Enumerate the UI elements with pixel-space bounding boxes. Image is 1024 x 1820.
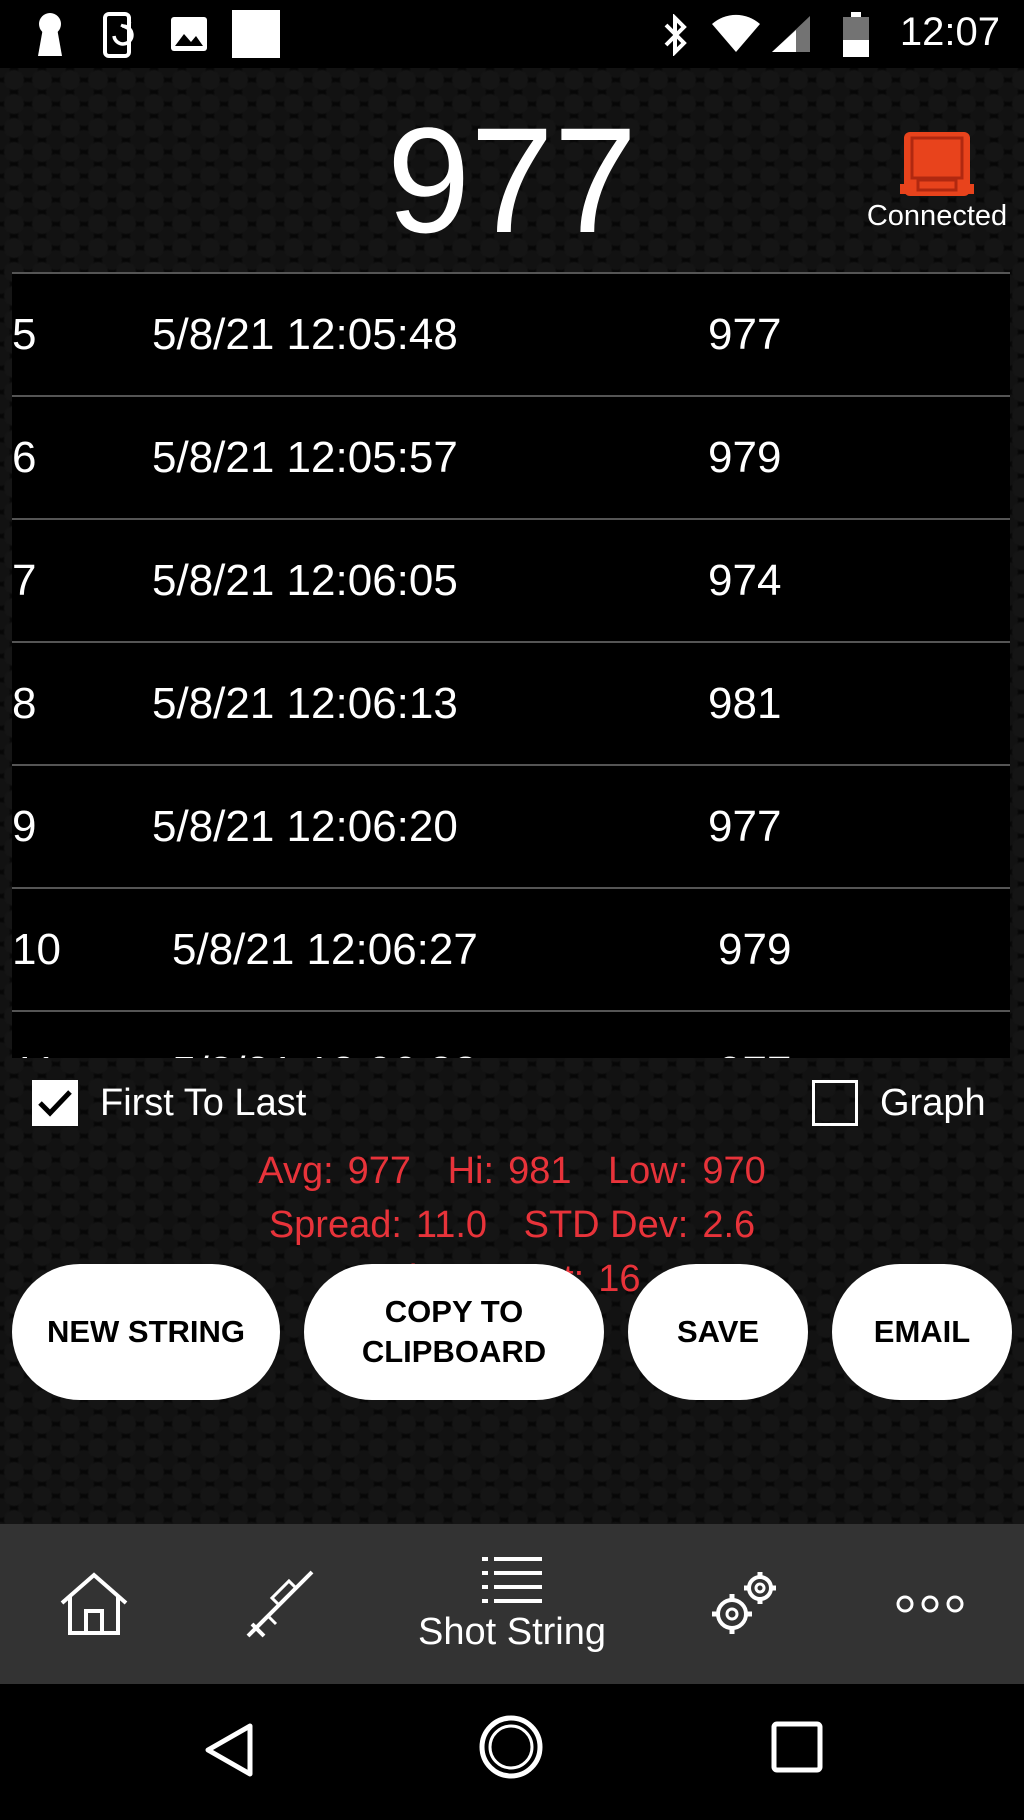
- table-row[interactable]: 6 5/8/21 12:05:57 979: [12, 395, 1010, 518]
- hi-value: 981: [508, 1150, 572, 1192]
- graph-checkbox[interactable]: [812, 1080, 858, 1126]
- stats-line-2: Spread: 11.0 STD Dev: 2.6: [0, 1204, 1024, 1247]
- image-icon: [170, 16, 208, 57]
- shot-timestamp: 5/8/21 12:05:57: [152, 433, 458, 482]
- battery-icon: [842, 12, 870, 63]
- list-icon: [482, 1556, 542, 1603]
- wifi-icon: [710, 14, 762, 59]
- nav-shot-string-label: Shot String: [418, 1610, 606, 1653]
- back-icon[interactable]: [200, 1720, 260, 1785]
- new-string-label: NEW STRING: [46, 1314, 246, 1349]
- nav-settings[interactable]: [694, 1524, 794, 1684]
- system-navigation-bar: [0, 1684, 1024, 1820]
- std-dev-label: STD Dev:: [523, 1204, 689, 1246]
- graph-label: Graph: [880, 1081, 986, 1124]
- low-label: Low:: [608, 1150, 689, 1192]
- email-label: EMAIL: [873, 1314, 971, 1349]
- shot-number: 7: [12, 556, 37, 605]
- std-dev-value: 2.6: [702, 1204, 756, 1246]
- shot-number: 8: [12, 679, 37, 728]
- shot-count-value: 16: [598, 1258, 641, 1300]
- shot-velocity: 977: [718, 1048, 791, 1058]
- table-row[interactable]: 7 5/8/21 12:06:05 974: [12, 518, 1010, 641]
- nav-rifle[interactable]: [230, 1524, 330, 1684]
- save-label: SAVE: [676, 1314, 760, 1349]
- shot-number: 5: [12, 310, 37, 359]
- keyhole-icon: [34, 12, 66, 61]
- table-row[interactable]: 8 5/8/21 12:06:13 981: [12, 641, 1010, 764]
- shot-number: 9: [12, 802, 37, 851]
- more-icon: [896, 1595, 964, 1613]
- shot-timestamp: 5/8/21 12:05:48: [152, 310, 458, 359]
- status-bar: 12:07: [0, 0, 1024, 68]
- shot-timestamp: 5/8/21 12:06:05: [152, 556, 458, 605]
- table-row[interactable]: 9 5/8/21 12:06:20 977: [12, 764, 1010, 887]
- first-to-last-option[interactable]: First To Last: [32, 1076, 306, 1130]
- copy-label-line2: CLIPBOARD: [361, 1334, 547, 1369]
- email-button[interactable]: EMAIL: [832, 1264, 1012, 1400]
- first-to-last-checkbox[interactable]: [32, 1080, 78, 1126]
- blank-square-icon: [232, 10, 280, 63]
- gears-icon: [712, 1572, 776, 1634]
- status-time: 12:07: [899, 10, 1000, 54]
- device-status-indicator[interactable]: Connected: [862, 130, 1012, 233]
- new-string-button[interactable]: NEW STRING: [12, 1264, 280, 1400]
- shot-timestamp: 5/8/21 12:06:20: [152, 802, 458, 851]
- shot-timestamp: 5/8/21 12:06:13: [152, 679, 458, 728]
- recents-icon[interactable]: [770, 1720, 824, 1779]
- nav-more[interactable]: [880, 1524, 980, 1684]
- copy-to-clipboard-button[interactable]: COPY TO CLIPBOARD: [304, 1264, 604, 1400]
- spread-label: Spread:: [268, 1204, 402, 1246]
- copy-label-line1: COPY TO: [384, 1294, 524, 1329]
- bottom-navigation: Shot String: [0, 1524, 1024, 1684]
- home-icon: [60, 1572, 128, 1635]
- chronograph-device-icon: [900, 132, 974, 196]
- save-button[interactable]: SAVE: [628, 1264, 808, 1400]
- shot-velocity: 977: [708, 802, 782, 851]
- table-row[interactable]: 11 5/8/21 12:06:33 977: [12, 1010, 1010, 1058]
- shot-number: 11: [12, 1048, 58, 1058]
- table-row[interactable]: 5 5/8/21 12:05:48 977: [12, 272, 1010, 395]
- low-value: 970: [702, 1150, 766, 1192]
- shot-velocity: 981: [708, 679, 782, 728]
- table-row[interactable]: 10 5/8/21 12:06:27 979: [12, 887, 1010, 1010]
- bluetooth-icon: [660, 13, 690, 61]
- nav-shot-string[interactable]: Shot String: [402, 1524, 622, 1684]
- stats-line-1: Avg: 977 Hi: 981 Low: 970: [0, 1150, 1024, 1193]
- phone-sync-icon: [102, 12, 142, 63]
- shot-timestamp: 5/8/21 12:06:27: [172, 925, 478, 974]
- shot-velocity: 979: [718, 925, 792, 974]
- hi-label: Hi:: [447, 1150, 495, 1192]
- shot-velocity: 979: [708, 433, 782, 482]
- rifle-icon: [246, 1570, 314, 1638]
- shot-list[interactable]: 5 5/8/21 12:05:48 977 6 5/8/21 12:05:57 …: [12, 272, 1010, 1058]
- device-status-label: Connected: [866, 200, 1008, 232]
- signal-icon: [770, 14, 812, 59]
- first-to-last-label: First To Last: [100, 1081, 307, 1124]
- shot-velocity: 974: [708, 556, 782, 605]
- nav-home[interactable]: [44, 1524, 144, 1684]
- shot-number: 6: [12, 433, 37, 482]
- home-circle-icon[interactable]: [478, 1714, 544, 1785]
- spread-value: 11.0: [415, 1204, 488, 1246]
- avg-label: Avg:: [258, 1150, 334, 1192]
- shot-timestamp: 5/8/21 12:06:33: [172, 1048, 478, 1058]
- avg-value: 977: [347, 1150, 412, 1192]
- shot-velocity: 977: [708, 310, 782, 359]
- shot-number: 10: [12, 925, 61, 974]
- checkmark-icon: [38, 1090, 72, 1117]
- graph-option[interactable]: Graph: [812, 1076, 986, 1130]
